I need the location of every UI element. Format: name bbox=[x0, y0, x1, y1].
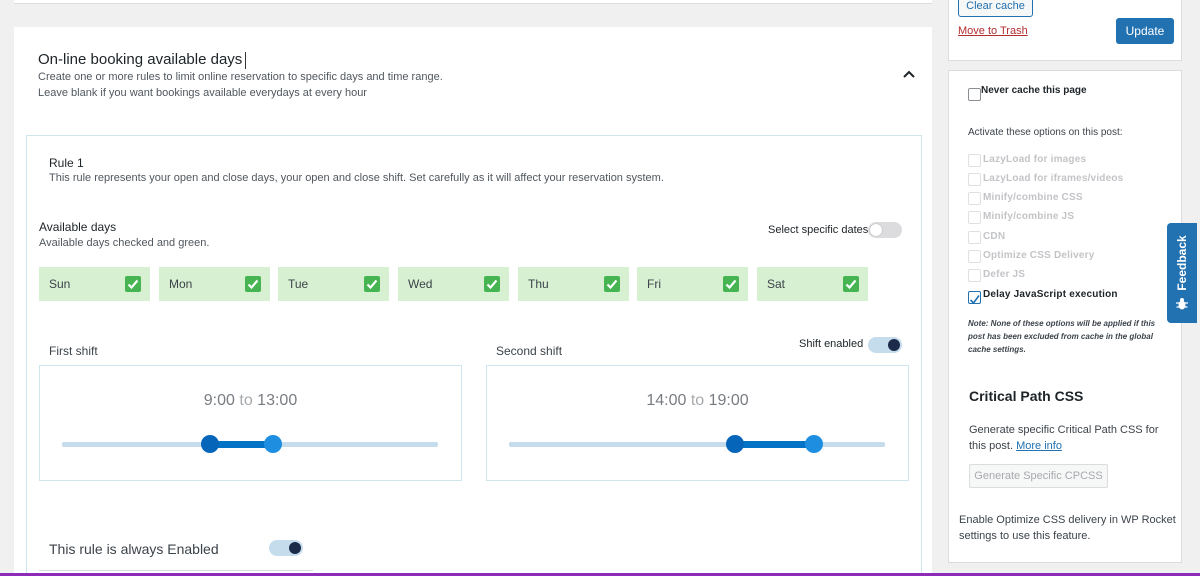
clear-cache-button[interactable]: Clear cache bbox=[958, 0, 1033, 17]
available-days-subtitle: Available days checked and green. bbox=[39, 237, 210, 249]
move-to-trash-link[interactable]: Move to Trash bbox=[958, 25, 1028, 37]
divider bbox=[39, 570, 313, 571]
day-wed[interactable]: Wed bbox=[398, 267, 509, 301]
feedback-tab[interactable]: Feedback bbox=[1167, 223, 1197, 323]
second-shift-time: 14:00 to 19:00 bbox=[487, 392, 908, 410]
delay-js-checkbox[interactable] bbox=[968, 291, 981, 305]
critical-path-css-description: Generate specific Critical Path CSS for … bbox=[969, 422, 1174, 454]
day-sat[interactable]: Sat bbox=[757, 267, 868, 301]
second-shift-box: 14:00 to 19:00 bbox=[486, 365, 909, 481]
option-label: Defer JS bbox=[983, 269, 1026, 280]
minify-css-checkbox[interactable] bbox=[968, 192, 981, 205]
publish-box: Clear cache Move to Trash Update bbox=[948, 0, 1182, 61]
checkmark-icon[interactable] bbox=[245, 276, 261, 292]
generate-cpcss-button[interactable]: Generate Specific CPCSS bbox=[969, 464, 1108, 488]
option-label: LazyLoad for iframes/videos bbox=[983, 173, 1124, 184]
cdn-checkbox[interactable] bbox=[968, 231, 981, 244]
cpcss-description-text: Generate specific Critical Path CSS for … bbox=[969, 424, 1159, 452]
more-info-link[interactable]: More info bbox=[1016, 440, 1062, 452]
optimize-css-checkbox[interactable] bbox=[968, 250, 981, 263]
second-shift-label: Second shift bbox=[496, 344, 563, 358]
wp-rocket-options-box: Never cache this page Activate these opt… bbox=[948, 70, 1182, 563]
second-shift-to: to bbox=[690, 392, 705, 409]
lazyload-images-checkbox[interactable] bbox=[968, 154, 981, 167]
shift-enabled-label: Shift enabled bbox=[799, 338, 864, 350]
never-cache-checkbox[interactable] bbox=[968, 88, 981, 101]
toggle-knob bbox=[888, 339, 900, 351]
second-shift-end: 19:00 bbox=[708, 392, 749, 409]
second-shift-end-handle[interactable] bbox=[805, 435, 823, 453]
select-specific-dates-label: Select specific dates bbox=[768, 224, 869, 236]
first-shift-label: First shift bbox=[49, 344, 98, 358]
checkmark-icon[interactable] bbox=[604, 276, 620, 292]
first-shift-to: to bbox=[239, 392, 253, 409]
booking-panel: On-line booking available days Create on… bbox=[14, 27, 932, 576]
defer-js-checkbox[interactable] bbox=[968, 269, 981, 282]
bug-icon bbox=[1175, 297, 1189, 316]
never-cache-label: Never cache this page bbox=[981, 85, 1087, 96]
checkmark-icon[interactable] bbox=[723, 276, 739, 292]
second-shift-start-handle[interactable] bbox=[726, 435, 744, 453]
second-shift-slider-track[interactable] bbox=[509, 442, 885, 447]
option-label: LazyLoad for images bbox=[983, 154, 1087, 165]
checkmark-icon[interactable] bbox=[843, 276, 859, 292]
day-label: Fri bbox=[647, 277, 661, 291]
option-label: Optimize CSS Delivery bbox=[983, 250, 1095, 261]
first-shift-box: 9:00 to 13:00 bbox=[39, 365, 462, 481]
day-label: Mon bbox=[169, 277, 193, 291]
first-shift-end: 13:00 bbox=[257, 392, 298, 409]
critical-path-css-title: Critical Path CSS bbox=[969, 388, 1084, 404]
panel-description: Create one or more rules to limit online… bbox=[38, 69, 443, 101]
option-label: Minify/combine CSS bbox=[983, 192, 1083, 203]
day-label: Tue bbox=[288, 277, 309, 291]
feedback-label: Feedback bbox=[1175, 235, 1189, 291]
day-tue[interactable]: Tue bbox=[278, 267, 389, 301]
cpcss-note: Enable Optimize CSS delivery in WP Rocke… bbox=[959, 514, 1176, 542]
first-shift-start: 9:00 bbox=[203, 392, 235, 409]
day-label: Wed bbox=[408, 277, 433, 291]
first-shift-end-handle[interactable] bbox=[264, 435, 282, 453]
shift-enabled-toggle[interactable] bbox=[868, 337, 902, 353]
option-label: Delay JavaScript execution bbox=[983, 289, 1118, 300]
second-shift-slider-range bbox=[735, 441, 815, 448]
toggle-knob bbox=[870, 224, 882, 236]
minify-js-checkbox[interactable] bbox=[968, 211, 981, 224]
chevron-up-icon[interactable] bbox=[902, 67, 916, 81]
options-note: Note: None of these options will be appl… bbox=[968, 319, 1156, 354]
available-days-title: Available days bbox=[39, 220, 117, 234]
panel-title: On-line booking available days bbox=[38, 51, 247, 69]
checkmark-icon[interactable] bbox=[125, 276, 141, 292]
first-shift-start-handle[interactable] bbox=[201, 435, 219, 453]
day-label: Sun bbox=[49, 277, 71, 291]
checkmark-icon[interactable] bbox=[484, 276, 500, 292]
rule-description: This rule represents your open and close… bbox=[49, 172, 664, 184]
second-shift-start: 14:00 bbox=[646, 392, 687, 409]
option-label: CDN bbox=[983, 231, 1006, 242]
toggle-knob bbox=[289, 542, 301, 554]
select-specific-dates-toggle[interactable] bbox=[868, 222, 902, 238]
day-fri[interactable]: Fri bbox=[637, 267, 748, 301]
top-card-edge bbox=[14, 0, 932, 4]
activate-options-label: Activate these options on this post: bbox=[968, 127, 1123, 138]
lazyload-iframes-checkbox[interactable] bbox=[968, 173, 981, 186]
always-enabled-label: This rule is always Enabled bbox=[49, 541, 219, 557]
update-button[interactable]: Update bbox=[1116, 18, 1174, 44]
panel-description-line-2: Leave blank if you want bookings availab… bbox=[38, 87, 367, 99]
day-thu[interactable]: Thu bbox=[518, 267, 629, 301]
option-label: Minify/combine JS bbox=[983, 211, 1075, 222]
first-shift-time: 9:00 to 13:00 bbox=[40, 392, 461, 410]
day-mon[interactable]: Mon bbox=[159, 267, 270, 301]
always-enabled-toggle[interactable] bbox=[269, 540, 303, 556]
rule-title: Rule 1 bbox=[49, 156, 84, 170]
rule-card: Rule 1 This rule represents your open an… bbox=[26, 135, 922, 576]
panel-description-line-1: Create one or more rules to limit online… bbox=[38, 71, 443, 83]
checkmark-icon bbox=[969, 295, 980, 305]
checkmark-icon[interactable] bbox=[364, 276, 380, 292]
day-sun[interactable]: Sun bbox=[39, 267, 150, 301]
text-cursor bbox=[245, 51, 247, 69]
day-label: Sat bbox=[767, 277, 786, 291]
day-label: Thu bbox=[528, 277, 549, 291]
